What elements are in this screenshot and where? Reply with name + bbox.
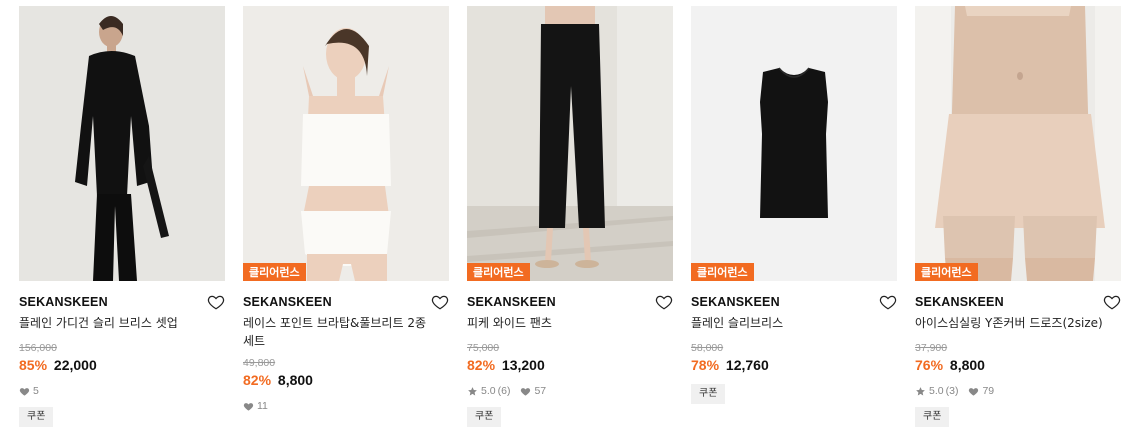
brand-name[interactable]: SEKANSKEEN [19,295,108,309]
product-meta: 5.0 (6) 57 [467,384,673,398]
clearance-badge: 클리어런스 [467,263,530,281]
product-meta: 5 [19,384,225,398]
like-count: 79 [982,385,995,397]
sale-price: 12,760 [725,357,769,373]
original-price: 156,000 [19,342,57,354]
product-image[interactable]: 클리어런스 [915,6,1121,281]
product-image[interactable]: 클리어런스 [691,6,897,281]
product-name[interactable]: 피케 와이드 팬츠 [467,314,673,332]
price-row: 76% 8,800 [915,356,1121,374]
star-icon [916,386,925,395]
price-row: 82% 13,200 [467,356,673,374]
original-price: 49,800 [243,357,276,369]
wishlist-heart-icon[interactable] [207,293,225,311]
like-heart-icon [243,402,254,411]
coupon-tag: 쿠폰 [19,407,54,427]
wishlist-heart-icon[interactable] [655,293,673,311]
brand-name[interactable]: SEKANSKEEN [691,295,780,309]
original-price: 58,000 [691,342,724,354]
product-meta: 11 [243,399,449,413]
product-card[interactable]: SEKANSKEEN 플레인 가디건 슬리 브리스 셋업 156,000 85%… [19,6,225,427]
sale-price: 22,000 [53,357,97,373]
price-row: 85% 22,000 [19,356,225,374]
original-price: 37,900 [915,342,948,354]
brand-name[interactable]: SEKANSKEEN [915,295,1004,309]
product-name[interactable]: 레이스 포인트 브라탑&풀브리트 2종 세트 [243,314,449,350]
product-card[interactable]: 클리어런스 SEKANSKEEN 피케 와이드 팬츠 75,000 82% 13… [467,6,673,427]
sale-price: 13,200 [501,357,545,373]
like-heart-icon [969,387,979,396]
brand-row: SEKANSKEEN [467,291,673,313]
brand-name[interactable]: SEKANSKEEN [243,295,332,309]
sale-price: 8,800 [277,372,313,388]
wishlist-heart-icon[interactable] [431,293,449,311]
rating-value: 5.0 [929,385,944,397]
discount-rate: 82% [243,372,272,388]
product-image[interactable]: 클리어런스 [467,6,673,281]
product-meta: 5.0 (3) 79 [915,384,1121,398]
brand-row: SEKANSKEEN [915,291,1121,313]
rating-value: 5.0 [481,385,496,397]
discount-rate: 78% [691,357,720,373]
like-count: 5 [33,385,39,397]
clearance-badge: 클리어런스 [243,263,306,281]
product-name[interactable]: 플레인 가디건 슬리 브리스 셋업 [19,314,225,332]
like-count: 57 [534,385,547,397]
product-grid: SEKANSKEEN 플레인 가디건 슬리 브리스 셋업 156,000 85%… [0,0,1129,434]
brand-row: SEKANSKEEN [691,291,897,313]
brand-name[interactable]: SEKANSKEEN [467,295,556,309]
like-heart-icon [19,387,30,396]
clearance-badge: 클리어런스 [915,263,978,281]
original-price: 75,000 [467,342,500,354]
clearance-badge: 클리어런스 [691,263,754,281]
review-count: (3) [945,385,959,397]
coupon-tag: 쿠폰 [691,384,726,404]
like-heart-icon [521,387,531,396]
discount-rate: 76% [915,357,944,373]
product-name[interactable]: 플레인 슬리브리스 [691,314,897,332]
product-card[interactable]: 클리어런스 SEKANSKEEN 레이스 포인트 브라탑&풀브리트 2종 세트 … [243,6,449,413]
product-card[interactable]: 클리어런스 SEKANSKEEN 아이스심실링 Y존커버 드로즈(2size) … [915,6,1121,427]
wishlist-heart-icon[interactable] [1103,293,1121,311]
price-row: 82% 8,800 [243,371,449,389]
product-card[interactable]: 클리어런스 SEKANSKEEN 플레인 슬리브리스 58,000 78% 12… [691,6,897,404]
brand-row: SEKANSKEEN [19,291,225,313]
sale-price: 8,800 [949,357,985,373]
wishlist-heart-icon[interactable] [879,293,897,311]
coupon-tag: 쿠폰 [915,407,950,427]
star-icon [468,386,477,395]
coupon-tag: 쿠폰 [467,407,502,427]
brand-row: SEKANSKEEN [243,291,449,313]
price-row: 78% 12,760 [691,356,897,374]
product-name[interactable]: 아이스심실링 Y존커버 드로즈(2size) [915,314,1121,332]
like-count: 11 [257,400,268,412]
review-count: (6) [497,385,511,397]
discount-rate: 82% [467,357,496,373]
product-image[interactable]: 클리어런스 [243,6,449,281]
discount-rate: 85% [19,357,48,373]
product-image[interactable] [19,6,225,281]
